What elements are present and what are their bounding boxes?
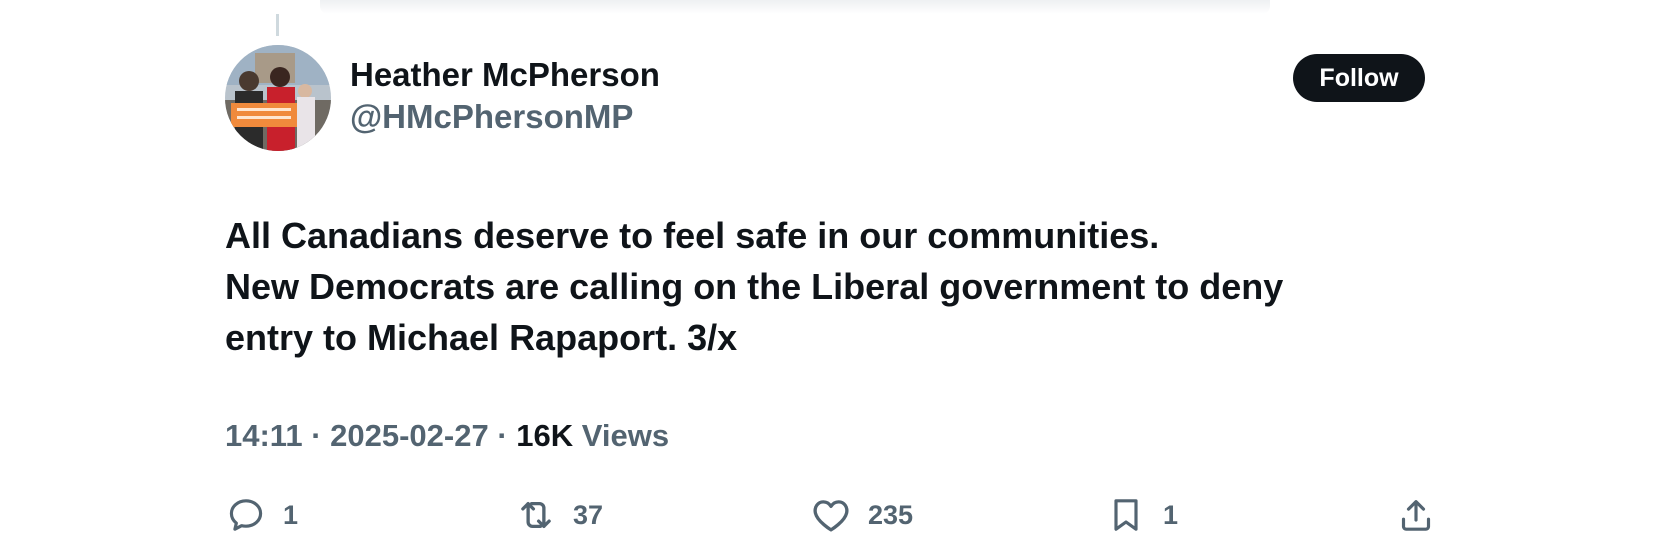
- follow-button[interactable]: Follow: [1293, 54, 1425, 102]
- share-icon: [1395, 494, 1437, 536]
- author-handle[interactable]: @HMcPhersonMP: [350, 98, 633, 136]
- views-count: 16K: [516, 418, 574, 453]
- bookmark-button[interactable]: 1: [1105, 492, 1178, 538]
- like-button[interactable]: 235: [810, 492, 913, 538]
- like-count: 235: [868, 499, 914, 530]
- thread-connector-line: [276, 14, 279, 36]
- tweet-date[interactable]: 2025-02-27: [330, 418, 489, 453]
- reply-button[interactable]: 1: [225, 492, 298, 538]
- tweet-meta: 14:11 · 2025-02-27 · 16K Views: [225, 418, 669, 454]
- previous-tweet-edge: [320, 0, 1270, 14]
- repost-button[interactable]: 37: [515, 492, 603, 538]
- avatar[interactable]: [225, 45, 331, 151]
- views-label: Views: [581, 418, 670, 453]
- heart-icon: [810, 494, 852, 536]
- bookmark-icon: [1105, 494, 1147, 536]
- share-button[interactable]: [1395, 492, 1437, 538]
- repost-count: 37: [573, 499, 604, 530]
- repost-icon: [515, 494, 557, 536]
- avatar-photo: [225, 45, 331, 151]
- tweet-text: All Canadians deserve to feel safe in ou…: [225, 210, 1425, 363]
- meta-separator: ·: [488, 418, 517, 453]
- author-name[interactable]: Heather McPherson: [350, 56, 660, 94]
- tweet-line: New Democrats are calling on the Liberal…: [225, 266, 1284, 307]
- tweet-line: All Canadians deserve to feel safe in ou…: [225, 215, 1160, 256]
- tweet-line: entry to Michael Rapaport. 3/x: [225, 317, 738, 358]
- bookmark-count: 1: [1163, 499, 1179, 530]
- reply-count: 1: [283, 499, 299, 530]
- action-bar: 1 37 235 1: [225, 492, 1435, 538]
- tweet-time[interactable]: 14:11: [225, 418, 303, 453]
- meta-separator: ·: [302, 418, 331, 453]
- reply-icon: [225, 494, 267, 536]
